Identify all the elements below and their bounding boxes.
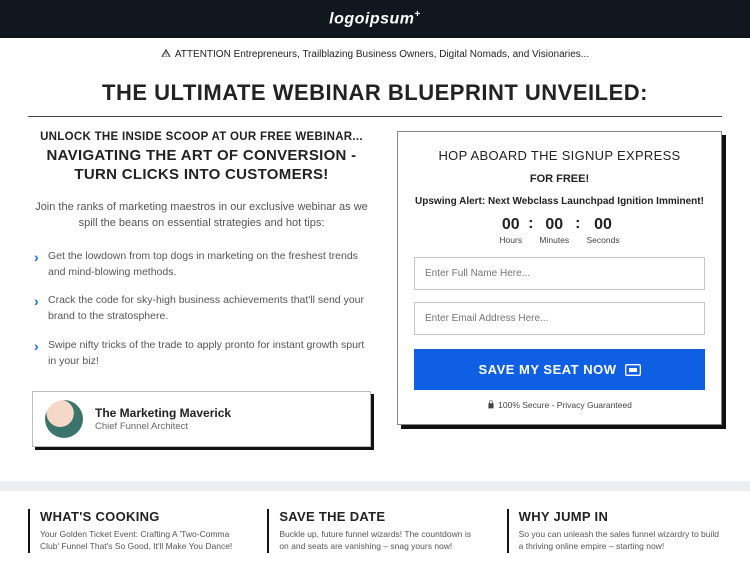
intro-text: Join the ranks of marketing maestros in … [34,199,369,232]
signup-alert: Upswing Alert: Next Webclass Launchpad I… [414,195,705,208]
bullet-list: Get the lowdown from top dogs in marketi… [30,242,373,376]
warning-icon [161,48,171,58]
info-col-text: Buckle up, future funnel wizards! The co… [279,528,482,553]
info-col-title: SAVE THE DATE [279,509,482,524]
countdown-minutes: 00 Minutes [539,216,569,245]
right-column: HOP ABOARD THE SIGNUP EXPRESS FOR FREE! … [397,131,722,447]
signup-free: FOR FREE! [414,173,705,185]
info-col-why-jump-in: WHY JUMP IN So you can unleash the sales… [507,509,722,553]
countdown-seconds: 00 Seconds [587,216,620,245]
top-bar: logoipsum+ [0,0,750,38]
countdown: 00 Hours : 00 Minutes : 00 Seconds [414,216,705,245]
countdown-minutes-label: Minutes [539,235,569,245]
profile-name: The Marketing Maverick [95,406,231,420]
attention-banner: ATTENTION Entrepreneurs, Trailblazing Bu… [0,38,750,66]
colon-icon: : [528,216,533,232]
subtitle: NAVIGATING THE ART OF CONVERSION - TURN … [28,147,375,185]
unlock-line: UNLOCK THE INSIDE SCOOP AT OUR FREE WEBI… [28,131,375,143]
info-col-text: So you can unleash the sales funnel wiza… [519,528,722,553]
logo: logoipsum+ [329,9,421,28]
countdown-hours-value: 00 [499,216,522,234]
email-input[interactable] [414,302,705,335]
list-item: Swipe nifty tricks of the trade to apply… [30,331,373,376]
countdown-seconds-label: Seconds [587,235,620,245]
signup-title: HOP ABOARD THE SIGNUP EXPRESS [414,148,705,163]
left-column: UNLOCK THE INSIDE SCOOP AT OUR FREE WEBI… [28,131,375,447]
countdown-seconds-value: 00 [587,216,620,234]
lock-icon [487,400,495,409]
secure-line: 100% Secure - Privacy Guaranteed [414,400,705,410]
ticket-icon [625,364,641,376]
attention-text: ATTENTION Entrepreneurs, Trailblazing Bu… [175,49,589,60]
info-col-whats-cooking: WHAT'S COOKING Your Golden Ticket Event:… [28,509,243,553]
signup-box: HOP ABOARD THE SIGNUP EXPRESS FOR FREE! … [397,131,722,425]
secure-text: 100% Secure - Privacy Guaranteed [498,400,632,410]
full-name-input[interactable] [414,257,705,290]
profile-card: The Marketing Maverick Chief Funnel Arch… [32,391,371,447]
info-col-title: WHAT'S COOKING [40,509,243,524]
info-columns: WHAT'S COOKING Your Golden Ticket Event:… [0,509,750,577]
avatar [45,400,83,438]
colon-icon: : [575,216,580,232]
cta-label: SAVE MY SEAT NOW [478,362,616,377]
countdown-hours-label: Hours [499,235,522,245]
profile-role: Chief Funnel Architect [95,421,231,432]
content-wrap: UNLOCK THE INSIDE SCOOP AT OUR FREE WEBI… [28,116,722,447]
save-seat-button[interactable]: SAVE MY SEAT NOW [414,349,705,390]
section-divider [0,481,750,491]
list-item: Crack the code for sky-high business ach… [30,286,373,331]
main-title: THE ULTIMATE WEBINAR BLUEPRINT UNVEILED: [0,66,750,110]
list-item: Get the lowdown from top dogs in marketi… [30,242,373,287]
countdown-minutes-value: 00 [539,216,569,234]
info-col-save-the-date: SAVE THE DATE Buckle up, future funnel w… [267,509,482,553]
countdown-hours: 00 Hours [499,216,522,245]
info-col-text: Your Golden Ticket Event: Crafting A 'Tw… [40,528,243,553]
info-col-title: WHY JUMP IN [519,509,722,524]
